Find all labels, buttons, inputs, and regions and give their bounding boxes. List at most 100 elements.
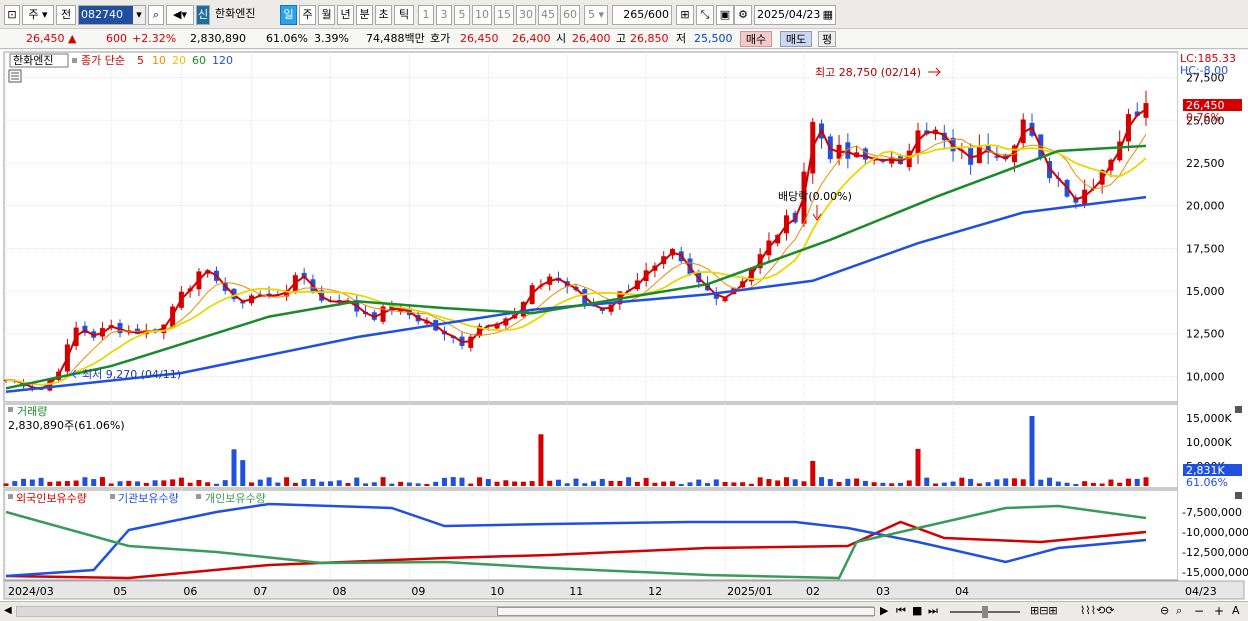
scroll-thumb[interactable] <box>497 607 875 616</box>
magnify-icon[interactable]: ⌕ <box>1176 604 1182 618</box>
tab-minute[interactable]: 분 <box>356 5 373 25</box>
stock-name: 한화엔진 <box>215 7 256 20</box>
scroll-right-icon[interactable]: ▶ <box>880 604 888 617</box>
volume-bar <box>731 482 737 486</box>
chart-type-icon[interactable]: ⊞ <box>676 5 694 25</box>
go-first-icon[interactable]: ⏮ <box>896 604 906 618</box>
step-3[interactable]: 3 <box>436 5 452 25</box>
volume-bar <box>275 482 281 486</box>
volume-bar <box>38 477 44 486</box>
volume-bar <box>170 479 176 486</box>
tab-year[interactable]: 년 <box>337 5 354 25</box>
step-15[interactable]: 15 <box>494 5 514 25</box>
holdings-tick: -15,000,000 <box>1182 566 1248 579</box>
volume-bar <box>512 481 518 486</box>
volume-bar <box>143 482 149 486</box>
zoom-in-icon[interactable]: + <box>1214 604 1224 618</box>
volume-bar <box>1047 477 1053 486</box>
scroll-track[interactable] <box>16 606 875 617</box>
buy-button[interactable]: 매수 <box>740 31 772 47</box>
price-tick: 27,500 <box>1186 72 1225 85</box>
volume-bar <box>222 480 228 486</box>
save-icon[interactable]: ▣ <box>716 5 734 25</box>
tab-second[interactable]: 초 <box>375 5 392 25</box>
holdings-panel-close-icon[interactable] <box>1235 492 1242 499</box>
volume-bar <box>652 482 658 486</box>
chevron-down-icon[interactable]: ▾ <box>133 6 145 24</box>
volume-bar <box>292 482 298 486</box>
volume-bar <box>249 482 255 486</box>
stop-icon[interactable]: ■ <box>912 604 922 617</box>
price-tick: 17,500 <box>1186 242 1225 255</box>
open-label: 시 <box>556 32 567 45</box>
x-tick-label: 12 <box>648 585 662 598</box>
tab-tick[interactable]: 틱 <box>394 5 414 25</box>
volume-bar <box>766 479 772 486</box>
price-chart[interactable]: 한화엔진 종가 단순 5 10 20 60 120 최고 28,750 (02/… <box>0 50 1248 601</box>
volume-bar <box>757 477 763 486</box>
price-tick: 12,500 <box>1186 328 1225 341</box>
calendar-icon[interactable]: ▦ <box>823 6 835 24</box>
volume-bar <box>459 477 465 486</box>
font-size-icon[interactable]: A <box>1232 604 1240 617</box>
scroll-left-icon[interactable]: ◀ <box>4 605 12 616</box>
volume-bar <box>538 434 544 486</box>
volume-bar <box>389 483 395 486</box>
go-last-icon[interactable]: ⏭ <box>928 604 938 618</box>
step-10[interactable]: 10 <box>472 5 492 25</box>
volume-bar <box>424 483 430 486</box>
bar-count-input[interactable]: 265/600 <box>612 5 672 25</box>
up-arrow-icon: ▲ <box>68 32 77 45</box>
tab-week[interactable]: 주 <box>299 5 316 25</box>
step-30[interactable]: 30 <box>516 5 536 25</box>
volume-bar <box>135 481 141 486</box>
legend-ma-120: 120 <box>212 54 233 67</box>
period-unit-select[interactable]: 주 ▾ <box>22 5 54 25</box>
stock-code-input[interactable]: 082740 ▾ <box>78 5 146 25</box>
x-tick-label: 09 <box>411 585 425 598</box>
chart-area[interactable]: 한화엔진 종가 단순 5 10 20 60 120 최고 28,750 (02/… <box>0 50 1248 621</box>
chart-tools-icon[interactable]: ⊞⊟⊞ <box>1030 604 1058 617</box>
step-60[interactable]: 60 <box>560 5 580 25</box>
search-icon[interactable]: ⌕ <box>148 5 164 25</box>
price-panel-frame <box>3 51 1179 403</box>
volume-tick: 10,000K <box>1186 436 1232 449</box>
volume-bar <box>889 483 895 486</box>
volume-panel-close-icon[interactable] <box>1235 406 1242 413</box>
volume-bar <box>669 481 675 486</box>
legend-stock-name: 한화엔진 <box>13 54 53 67</box>
current-price: 26,450 ▲ <box>26 31 76 47</box>
prev-button[interactable]: 전 <box>56 5 76 25</box>
volume-bar <box>1073 483 1079 486</box>
sell-button[interactable]: 매도 <box>780 31 812 47</box>
volume-bar <box>1011 478 1017 486</box>
volume-bar <box>380 477 386 486</box>
volume-bar <box>555 479 561 486</box>
volume-bar <box>880 482 886 486</box>
step-5[interactable]: 5 <box>454 5 470 25</box>
step-select[interactable]: 5 ▾ <box>584 5 608 25</box>
volume-bar <box>687 482 693 486</box>
volume-bar <box>810 460 816 486</box>
volume-bar <box>1143 477 1149 486</box>
tab-day[interactable]: 일 <box>280 5 297 25</box>
draw-tool-icon[interactable]: ⤡ <box>696 5 714 25</box>
holdings-legend-marker-1 <box>8 494 13 499</box>
tab-month[interactable]: 월 <box>318 5 335 25</box>
step-45[interactable]: 45 <box>538 5 558 25</box>
collapse-icon[interactable]: ⊖ <box>1160 604 1169 617</box>
step-1[interactable]: 1 <box>418 5 434 25</box>
date-value: 2025/04/23 <box>757 8 821 21</box>
window-menu-icon[interactable]: ⊡ <box>4 5 20 25</box>
date-input[interactable]: 2025/04/23 ▦ <box>754 5 836 25</box>
volume-bar <box>643 477 649 486</box>
volume-bar <box>705 483 711 486</box>
zoom-slider-handle[interactable] <box>982 606 988 618</box>
volume-bar <box>906 480 912 486</box>
gear-icon[interactable]: ⚙ <box>734 5 752 25</box>
evaluate-button[interactable]: 평 <box>818 31 836 47</box>
speaker-icon[interactable]: ◀▾ <box>166 5 194 25</box>
zoom-out-icon[interactable]: − <box>1194 604 1204 618</box>
indicator-tools-icon[interactable]: ⌇⌇⌇⟲⟳ <box>1080 604 1115 617</box>
toolbar: ⊡ 주 ▾ 전 082740 ▾ ⌕ ◀▾ 신 한화엔진 일 주 월 년 분 초 … <box>0 0 1248 29</box>
